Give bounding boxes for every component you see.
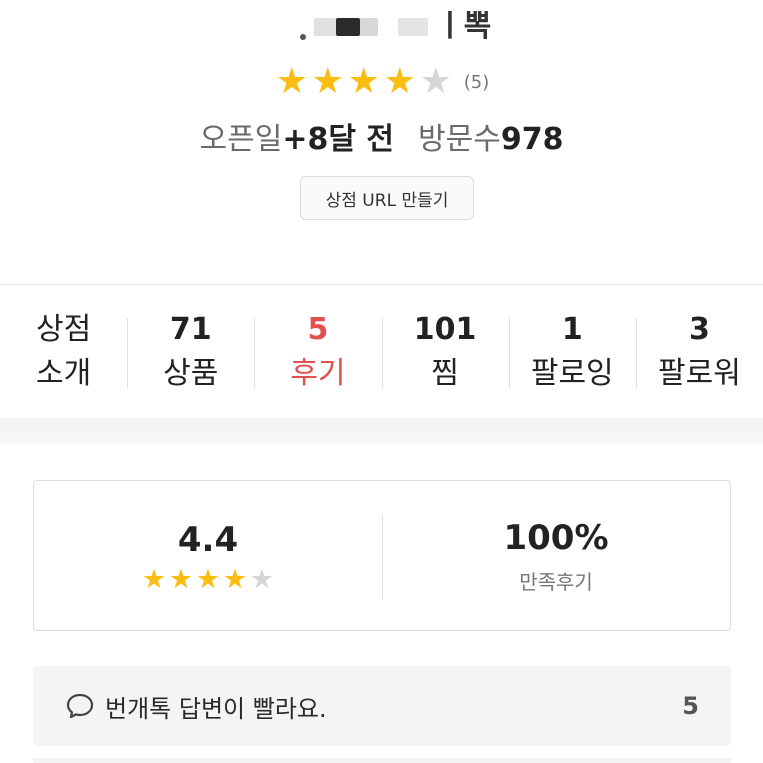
star-icon: ★ (419, 61, 452, 102)
tab-label: 후기 (290, 356, 346, 391)
tab-products[interactable]: 71 상품 (127, 304, 254, 400)
rating-stars: ★ ★ ★ ★ ★ (274, 64, 454, 100)
redacted-name-block (314, 18, 336, 36)
average-rating-value: 4.4 (177, 520, 239, 560)
divider (0, 284, 763, 285)
shop-meta: 오픈일 +8달 전 방문수 978 (0, 114, 763, 158)
redacted-name-block (300, 34, 306, 40)
star-icon: ★ (383, 61, 416, 102)
tab-shop-intro[interactable]: 상점 소개 (0, 304, 127, 400)
tab-count: 5 (307, 312, 329, 347)
open-label: 오픈일 (199, 122, 283, 157)
redacted-name-block (360, 18, 378, 36)
tab-label: 상점 (35, 312, 92, 347)
make-shop-url-button[interactable]: 상점 URL 만들기 (300, 176, 474, 220)
redacted-name-block (398, 18, 428, 36)
satisfaction-value: 100% (503, 518, 609, 558)
visit-value: 978 (500, 122, 564, 157)
shop-name-text: ㅣ뽁 (436, 9, 492, 44)
tab-label: 팔로워 (658, 356, 741, 391)
tab-count: 71 (169, 312, 212, 347)
tab-count: 1 (561, 312, 583, 347)
rating-count: (5) (463, 71, 490, 93)
tab-reviews[interactable]: 5 후기 (254, 304, 381, 400)
star-icon: ★ (275, 61, 308, 102)
satisfaction-caption: 만족후기 (519, 570, 593, 594)
star-icon: ★ (311, 61, 344, 102)
review-tag-count: 5 (682, 692, 699, 720)
tab-following[interactable]: 1 팔로잉 (508, 304, 636, 400)
tab-label: 소개 (35, 356, 92, 391)
open-value: +8달 전 (282, 122, 395, 157)
shop-name: ㅣ뽁 (0, 4, 763, 44)
star-icon: ★ (222, 564, 248, 595)
star-icon: ★ (141, 564, 167, 595)
visit-label: 방문수 (418, 122, 501, 157)
average-rating-stars: ★ ★ ★ ★ ★ (141, 566, 276, 593)
tab-count: 3 (689, 312, 710, 347)
tab-count: 101 (413, 312, 477, 347)
tab-label: 팔로잉 (530, 356, 614, 391)
review-tag-text: 번개톡 답변이 빨라요. (105, 694, 327, 723)
tab-label: 상품 (163, 356, 219, 391)
star-icon: ★ (347, 61, 380, 102)
average-rating: 4.4 ★ ★ ★ ★ ★ (34, 481, 382, 630)
tab-label: 찜 (431, 356, 459, 391)
next-item-edge (33, 758, 731, 763)
section-separator (0, 418, 763, 444)
star-icon: ★ (195, 564, 221, 595)
speech-bubble-icon (66, 693, 94, 719)
shop-rating: ★ ★ ★ ★ ★ (5) (0, 64, 763, 100)
satisfaction-rate: 100% 만족후기 (382, 481, 730, 630)
tab-favorites[interactable]: 101 찜 (381, 304, 509, 400)
shop-tabs: 상점 소개 71 상품 5 후기 101 찜 1 팔로잉 3 팔로워 (0, 304, 763, 400)
review-summary-card: 4.4 ★ ★ ★ ★ ★ 100% 만족후기 (33, 480, 731, 631)
star-icon: ★ (168, 564, 194, 595)
star-icon: ★ (249, 564, 275, 595)
redacted-name-block (336, 18, 360, 36)
review-tag-item[interactable]: 번개톡 답변이 빨라요. 5 (33, 666, 731, 746)
tab-followers[interactable]: 3 팔로워 (635, 304, 763, 400)
